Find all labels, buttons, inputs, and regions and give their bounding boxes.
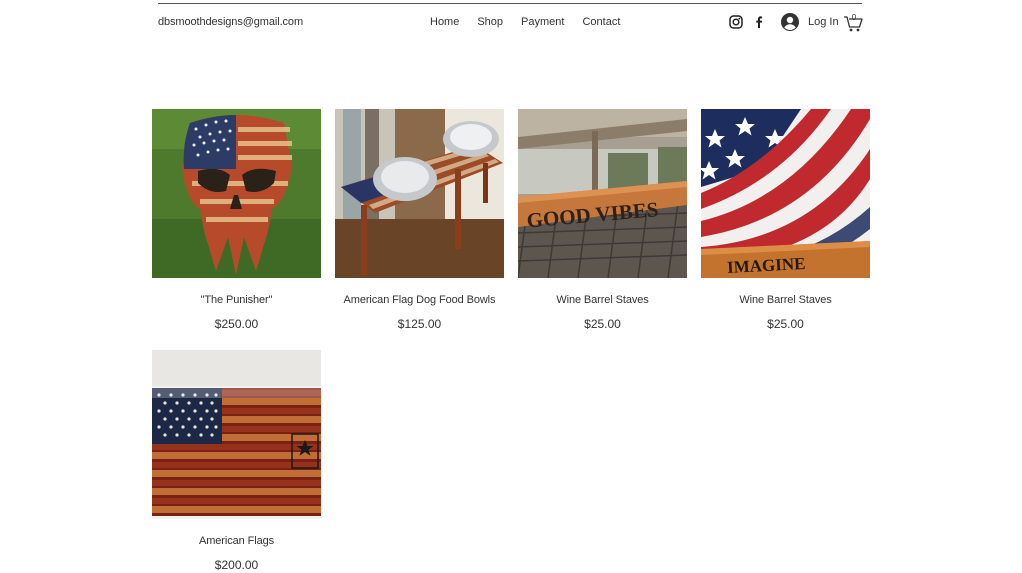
main-nav: Home Shop Payment Contact [421,16,629,28]
product-price: $200.00 [214,558,259,572]
product-price: $250.00 [214,317,259,331]
header-divider [158,3,862,4]
product-image[interactable]: IMAGINE [701,109,870,278]
product-name[interactable]: Wine Barrel Staves [518,294,687,306]
product-card[interactable]: "The Punisher" $250.00 [152,109,321,331]
product-name[interactable]: American Flags [152,535,321,547]
product-image[interactable] [335,109,504,278]
product-card[interactable]: American Flag Dog Food Bowls $125.00 [335,109,504,331]
instagram-icon[interactable] [729,15,743,29]
nav-shop[interactable]: Shop [477,16,503,28]
product-price: $25.00 [584,317,621,331]
nav-payment[interactable]: Payment [521,16,564,28]
product-card[interactable]: IMAGINE Wine Barrel Staves $25.00 [701,109,870,331]
product-card[interactable]: GOOD VIBES Wine Barrel Staves $25.00 [518,109,687,331]
user-avatar-icon [781,13,799,31]
cart-count: 0 [851,13,857,22]
product-name[interactable]: "The Punisher" [152,294,321,306]
nav-home[interactable]: Home [430,16,459,28]
product-image[interactable]: GOOD VIBES [518,109,687,278]
login-button[interactable]: Log In [781,13,839,31]
nav-contact[interactable]: Contact [582,16,620,28]
product-image[interactable] [152,350,321,519]
product-price: $25.00 [767,317,804,331]
header-email[interactable]: dbsmoothdesigns@gmail.com [158,16,303,28]
product-name[interactable]: Wine Barrel Staves [701,294,870,306]
product-name[interactable]: American Flag Dog Food Bowls [335,294,504,306]
product-card[interactable]: American Flags $200.00 [152,350,321,572]
product-image[interactable] [152,109,321,278]
product-price: $125.00 [397,317,442,331]
login-label: Log In [808,16,839,28]
facebook-icon[interactable] [752,15,766,29]
